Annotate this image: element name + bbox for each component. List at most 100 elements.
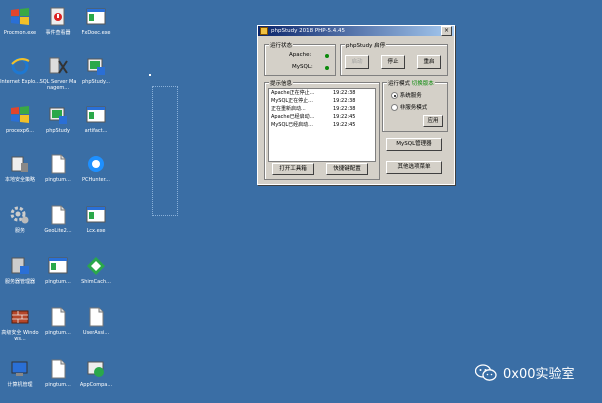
desktop-icon-label: AppCompa... (79, 382, 113, 388)
switch-version-link[interactable]: 切换版本 (412, 81, 434, 87)
log-message: MySQL已经启动... (271, 122, 313, 128)
log-message: Apache正在停止... (271, 90, 315, 96)
control-legend: phpStudy 启停 (345, 41, 387, 49)
log-message: Apache已经启动... (271, 114, 315, 120)
desktop-icon[interactable]: artifact... (77, 104, 115, 134)
desktop-icon[interactable]: SQL Server Managem... (39, 55, 77, 91)
desktop-icon[interactable]: 服务器管理器 (1, 255, 39, 285)
desktop-icon[interactable]: 计算机管理 (1, 358, 39, 388)
pchunter-icon (85, 153, 107, 175)
radio-unchecked-icon (391, 104, 398, 111)
desktop-icon[interactable]: ShimCach... (77, 255, 115, 285)
desktop-icon[interactable]: Internet Explo... (0, 55, 40, 85)
log-time: 19:22:45 (333, 122, 356, 128)
desktop-icon[interactable]: pingtum... (39, 306, 77, 336)
document-icon (47, 306, 69, 328)
log-row[interactable]: Apache已经启动... 19:22:45 (269, 113, 375, 121)
desktop-icon-label: GeoLite2... (44, 228, 72, 234)
stop-button[interactable]: 停止 (381, 55, 405, 69)
system-service-radio[interactable]: 系统服务 (391, 91, 422, 99)
desktop-icon-label: FxDoec.exe (81, 30, 111, 36)
services-gear-icon (9, 204, 31, 226)
title-bar[interactable]: phpStudy 2018 PHP-5.4.45 × (258, 26, 454, 36)
watermark-text: 0x00实验室 (503, 367, 575, 382)
desktop-icon[interactable]: Procmon.exe (1, 6, 39, 36)
shortcut-config-button[interactable]: 快捷键配置 (326, 163, 368, 175)
mysql-manager-button[interactable]: MySQL管理器 (386, 138, 442, 151)
non-service-radio[interactable]: 非服务模式 (391, 103, 427, 111)
desktop-icon[interactable]: FxDoec.exe (77, 6, 115, 36)
desktop-icon[interactable]: 事件查看器 (39, 6, 77, 36)
log-time: 19:22:45 (333, 114, 356, 120)
log-legend: 提示信息 (269, 79, 294, 87)
start-button[interactable]: 启动 (345, 55, 369, 69)
status-legend: 运行状态 (269, 41, 294, 49)
document-icon (85, 306, 107, 328)
desktop-icon-label: UserAssi... (82, 330, 110, 336)
desktop: Procmon.exe 事件查看器 FxDoec.exe Internet Explo… (0, 0, 602, 403)
desktop-icon[interactable]: GeoLite2... (39, 204, 77, 234)
appcompat-icon (85, 358, 107, 380)
desktop-icon[interactable]: PCHunter... (77, 153, 115, 183)
desktop-icon[interactable]: pingtum... (39, 153, 77, 183)
mysql-status-icon (325, 66, 329, 70)
app-icon (260, 27, 268, 35)
open-tools-button[interactable]: 打开工具箱 (272, 163, 314, 175)
desktop-icon[interactable]: phpStudy (39, 104, 77, 134)
desktop-icon[interactable]: pingtum... (39, 358, 77, 388)
server-manager-icon (9, 255, 31, 277)
app-window-icon (47, 255, 69, 277)
other-options-button[interactable]: 其他选项菜单 (386, 161, 442, 174)
desktop-icon-label: Procmon.exe (3, 30, 37, 36)
desktop-icon-label: phpStudy (46, 128, 70, 134)
apache-status-icon (325, 54, 329, 58)
desktop-icon-label: Lcx.exe (86, 228, 106, 234)
mysql-label: MySQL: (292, 64, 313, 70)
log-time: 19:22:38 (333, 90, 356, 96)
desktop-icon-label: procexp6... (6, 128, 34, 134)
app-window-icon (85, 204, 107, 226)
desktop-icon-label: 服务器管理器 (4, 279, 35, 285)
internet-explorer-icon (9, 55, 31, 77)
desktop-icon-label: artifact... (84, 128, 108, 134)
desktop-icon[interactable]: pingtum... (39, 255, 77, 285)
apply-button[interactable]: 应用 (423, 115, 443, 127)
windows-flag-icon (9, 104, 31, 126)
log-list[interactable]: Apache正在停止... 19:22:38 MySQL正在停止... 19:22:3… (268, 88, 376, 162)
log-row[interactable]: 正在重新启动... 19:22:38 (269, 105, 375, 113)
windows-flag-icon (9, 6, 31, 28)
desktop-icon-label: pingtum... (45, 330, 71, 336)
mode-legend: 运行模式 切换版本 (387, 79, 435, 87)
log-row[interactable]: MySQL正在停止... 19:22:38 (269, 97, 375, 105)
phpstudy-icon (47, 104, 69, 126)
desktop-icon[interactable]: Lcx.exe (77, 204, 115, 234)
apache-label: Apache: (289, 52, 312, 58)
sql-server-icon (47, 55, 69, 77)
desktop-icon[interactable]: 服务 (1, 204, 39, 234)
desktop-icon[interactable]: phpStudy... (77, 55, 115, 85)
app-window-icon (85, 104, 107, 126)
wechat-icon (475, 363, 497, 381)
log-row[interactable]: MySQL已经启动... 19:22:45 (269, 121, 375, 129)
log-message: 正在重新启动... (271, 106, 306, 112)
phpstudy-window: phpStudy 2018 PHP-5.4.45 × 运行状态 Apache: … (257, 25, 455, 185)
firewall-icon (9, 306, 31, 328)
shimcache-icon (85, 255, 107, 277)
desktop-icon-label: Internet Explo... (0, 79, 40, 85)
desktop-icon[interactable]: AppCompa... (77, 358, 115, 388)
restart-button[interactable]: 重启 (417, 55, 441, 69)
desktop-icon-label: pingtum... (45, 279, 71, 285)
desktop-icon[interactable]: UserAssi... (77, 306, 115, 336)
phpstudy-icon (85, 55, 107, 77)
desktop-icon[interactable]: procexp6... (1, 104, 39, 134)
selection-rectangle (152, 86, 178, 216)
close-button[interactable]: × (441, 26, 452, 36)
desktop-icon-label: PCHunter... (81, 177, 110, 183)
desktop-icon[interactable]: 高级安全 Windows... (1, 306, 39, 342)
desktop-icon-label: pingtum... (45, 177, 71, 183)
desktop-icon-label: SQL Server Managem... (39, 79, 77, 91)
log-row[interactable]: Apache正在停止... 19:22:38 (269, 89, 375, 97)
desktop-icon-label: 服务 (14, 228, 25, 234)
computer-management-icon (9, 358, 31, 380)
desktop-icon[interactable]: 本地安全策略 (1, 153, 39, 183)
